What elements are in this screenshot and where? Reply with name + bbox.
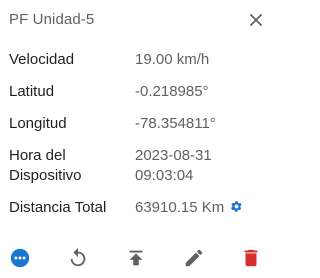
- attribute-value: 19.00 km/h: [135, 51, 210, 68]
- upload-icon[interactable]: [124, 246, 148, 270]
- attribute-value-line: 09:03:04: [135, 167, 194, 184]
- attribute-value-wrap: 63910.15 Km: [135, 198, 243, 218]
- attribute-label-line: Dispositivo: [9, 167, 82, 184]
- gear-icon[interactable]: [230, 199, 243, 212]
- attribute-value: -78.354811°: [135, 115, 216, 132]
- replay-icon[interactable]: [66, 246, 90, 270]
- attribute-label: Hora del Dispositivo: [9, 146, 127, 186]
- attribute-value: 2023-08-31 09:03:04: [135, 146, 212, 186]
- attribute-value: -0.218985°: [135, 83, 209, 100]
- attribute-label-line: Hora del: [9, 147, 66, 164]
- device-popup-card: PF Unidad-5 Velocidad 19.00 km/h Latitud…: [0, 0, 273, 278]
- attribute-label: Latitud: [9, 83, 55, 100]
- attribute-value-line: 2023-08-31: [135, 147, 212, 164]
- action-toolbar: [0, 246, 273, 272]
- more-icon[interactable]: [8, 246, 32, 270]
- edit-icon[interactable]: [182, 246, 206, 270]
- attribute-label: Longitud: [9, 115, 67, 132]
- attribute-label: Distancia Total: [9, 199, 107, 216]
- close-icon[interactable]: [248, 12, 264, 28]
- attribute-label: Velocidad: [9, 51, 75, 68]
- device-title: PF Unidad-5: [9, 11, 95, 28]
- attribute-value: 63910.15 Km: [135, 199, 225, 216]
- popup-header: PF Unidad-5: [9, 10, 267, 32]
- delete-icon[interactable]: [239, 246, 263, 270]
